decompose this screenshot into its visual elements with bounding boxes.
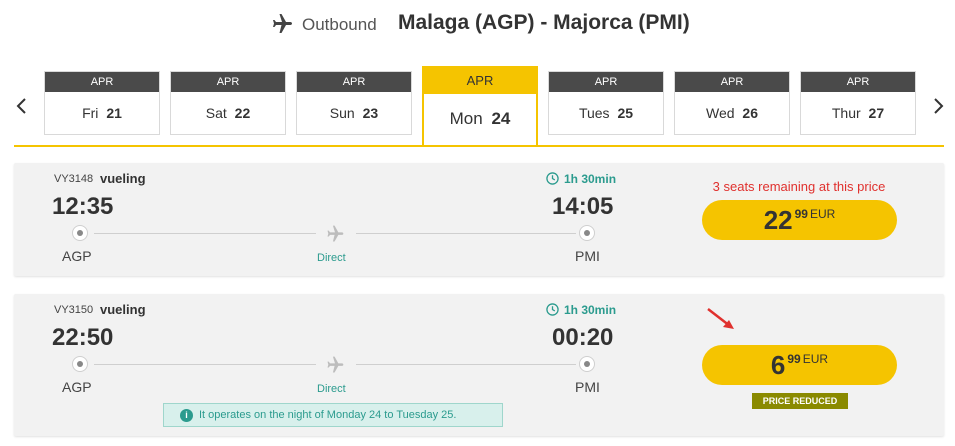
date-label: Wed 26 — [675, 92, 789, 134]
duration-text: 1h 30min — [564, 172, 617, 186]
price-integer: 22 — [763, 205, 793, 235]
arrival-code: PMI — [575, 248, 600, 264]
info-icon: i — [180, 409, 193, 422]
date-tab-21[interactable]: APR Fri 21 — [44, 71, 160, 135]
page-header: Outbound Malaga (AGP) - Majorca (PMI) — [0, 8, 955, 42]
departure-time: 12:35 — [52, 193, 114, 220]
price-decimal: 99 — [787, 352, 801, 366]
date-strip-underline — [14, 145, 944, 147]
date-tab-24-selected[interactable]: APR Mon 24 — [422, 66, 538, 146]
duration-text: 1h 30min — [564, 303, 617, 317]
date-weekday: Wed — [705, 105, 735, 121]
arrival-code: PMI — [575, 379, 600, 395]
seats-remaining: 3 seats remaining at this price — [712, 179, 886, 194]
route-line — [356, 364, 576, 365]
date-month: APR — [801, 72, 915, 92]
arrival-time: 14:05 — [552, 193, 614, 220]
date-day: 21 — [106, 105, 122, 121]
price-button[interactable]: 6 99 EUR — [702, 345, 897, 385]
route-line — [94, 364, 316, 365]
clock-icon — [546, 303, 559, 316]
date-tab-23[interactable]: APR Sun 23 — [296, 71, 412, 135]
date-weekday: Sat — [205, 105, 227, 121]
date-weekday: Tues — [578, 105, 610, 121]
route-line — [356, 233, 576, 234]
date-day: 25 — [617, 105, 634, 121]
airplane-icon — [327, 225, 344, 242]
date-day: 24 — [491, 109, 511, 128]
route-title: Malaga (AGP) - Majorca (PMI) — [398, 11, 690, 34]
arrival-dot — [579, 356, 595, 372]
date-weekday: Fri — [82, 105, 99, 121]
departure-code: AGP — [62, 248, 92, 264]
date-label: Thur 27 — [801, 92, 915, 134]
price-currency: EUR — [809, 207, 836, 221]
price-reduced-badge: PRICE REDUCED — [752, 393, 848, 409]
date-tab-22[interactable]: APR Sat 22 — [170, 71, 286, 135]
date-day: 23 — [362, 105, 379, 121]
date-tab-25[interactable]: APR Tues 25 — [548, 71, 664, 135]
date-month: APR — [45, 72, 159, 92]
date-label: Mon 24 — [424, 94, 536, 144]
chevron-right-icon[interactable] — [930, 96, 946, 116]
airplane-icon — [273, 14, 292, 33]
airline-logo: vueling — [100, 171, 146, 186]
date-weekday: Sun — [329, 105, 355, 121]
chevron-left-icon[interactable] — [14, 96, 30, 116]
arrival-dot — [579, 225, 595, 241]
departure-code: AGP — [62, 379, 92, 395]
departure-dot — [72, 356, 88, 372]
flight-row[interactable]: VY3150 vueling 1h 30min 22:50 00:20 Dire… — [14, 294, 944, 436]
overnight-info-box: i It operates on the night of Monday 24 … — [163, 403, 503, 427]
flight-number: VY3148 — [54, 173, 94, 185]
date-tab-26[interactable]: APR Wed 26 — [674, 71, 790, 135]
info-text: It operates on the night of Monday 24 to… — [199, 409, 457, 421]
date-month: APR — [171, 72, 285, 92]
clock-icon — [546, 172, 559, 185]
price-currency: EUR — [802, 352, 829, 366]
date-label: Tues 25 — [549, 92, 663, 134]
date-label: Sun 23 — [297, 92, 411, 134]
date-weekday: Thur — [831, 105, 861, 121]
date-label: Fri 21 — [45, 92, 159, 134]
date-weekday: Mon — [449, 109, 483, 128]
date-month: APR — [297, 72, 411, 92]
date-month: APR — [424, 68, 536, 94]
airline-logo: vueling — [100, 302, 146, 317]
price-button[interactable]: 22 99 EUR — [702, 200, 897, 240]
date-tab-27[interactable]: APR Thur 27 — [800, 71, 916, 135]
date-label: Sat 22 — [171, 92, 285, 134]
departure-time: 22:50 — [52, 324, 114, 351]
stops-label: Direct — [317, 252, 346, 264]
price-integer: 6 — [770, 350, 786, 380]
outbound-label: Outbound — [302, 15, 377, 34]
stops-label: Direct — [317, 383, 346, 395]
red-arrow-annotation-icon — [707, 308, 734, 329]
date-month: APR — [675, 72, 789, 92]
date-day: 27 — [868, 105, 885, 121]
departure-dot — [72, 225, 88, 241]
date-day: 26 — [742, 105, 758, 121]
price-decimal: 99 — [794, 207, 808, 221]
airplane-icon — [327, 356, 344, 373]
flight-number: VY3150 — [54, 304, 94, 316]
arrival-time: 00:20 — [552, 324, 614, 351]
flight-row[interactable]: VY3148 vueling 1h 30min 12:35 14:05 Dire… — [14, 163, 944, 276]
date-month: APR — [549, 72, 663, 92]
date-day: 22 — [234, 105, 251, 121]
route-line — [94, 233, 316, 234]
